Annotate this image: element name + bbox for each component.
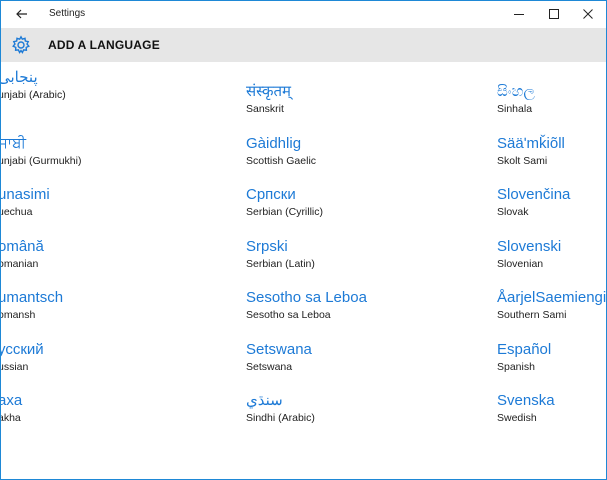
language-english-name: Slovak	[497, 206, 529, 218]
language-item[interactable]: Sääʹmǩiõll Skolt Sami	[497, 135, 565, 168]
language-native-name: omână	[1, 238, 44, 255]
language-english-name: omanian	[1, 258, 39, 270]
language-native-name: ﭘﻨﺠﺎﺑﯽ	[1, 69, 38, 86]
page-header: ADD A LANGUAGE	[1, 28, 606, 62]
language-english-name: Serbian (Cyrillic)	[246, 206, 324, 218]
window-title: Settings	[49, 8, 86, 19]
maximize-icon	[549, 9, 559, 19]
language-item[interactable]: Sesotho sa Leboa Sesotho sa Leboa	[246, 289, 367, 322]
language-item[interactable]: संस्कृतम् Sanskrit	[246, 83, 291, 116]
language-item[interactable]: ÅarjelSaemiengiele Southern Sami	[497, 289, 606, 322]
language-item[interactable]: Српски Serbian (Cyrillic)	[246, 186, 323, 219]
language-english-name: Southern Sami	[497, 309, 567, 321]
language-native-name: Sääʹmǩiõll	[497, 135, 565, 152]
settings-window: Settings ADD A LANGUAGE ﭘﻨﺠﺎﺑﯽ unjabi (A…	[0, 0, 607, 480]
language-english-name: Sanskrit	[246, 103, 284, 115]
title-bar: Settings	[1, 1, 606, 28]
language-english-name: ussian	[1, 361, 29, 373]
language-grid: ﭘﻨﺠﺎﺑﯽ unjabi (Arabic) ਜਾਬੀ unjabi (Gurm…	[1, 62, 606, 479]
language-native-name: axa	[1, 392, 23, 409]
language-native-name: Sesotho sa Leboa	[246, 289, 367, 306]
language-native-name: unasimi	[1, 186, 50, 203]
language-native-name: Español	[497, 341, 552, 358]
close-button[interactable]	[576, 4, 600, 24]
language-english-name: Sindhi (Arabic)	[246, 412, 315, 424]
language-item[interactable]: umantsch omansh	[1, 289, 63, 322]
language-native-name: سنڌي	[246, 392, 283, 409]
language-english-name: Serbian (Latin)	[246, 258, 315, 270]
language-native-name: umantsch	[1, 289, 64, 306]
minimize-button[interactable]	[507, 4, 531, 24]
back-arrow-icon	[16, 9, 27, 19]
language-native-name: Српски	[246, 186, 296, 203]
language-item[interactable]: Gàidhlig Scottish Gaelic	[246, 135, 316, 168]
language-english-name: unjabi (Gurmukhi)	[1, 155, 82, 167]
language-native-name: усский	[1, 341, 44, 358]
language-native-name: संस्कृतम्	[246, 83, 292, 100]
language-english-name: akha	[1, 412, 21, 424]
language-english-name: Sesotho sa Leboa	[246, 309, 331, 321]
language-english-name: Swedish	[497, 412, 537, 424]
close-icon	[583, 9, 593, 19]
language-english-name: Spanish	[497, 361, 535, 373]
language-item[interactable]: unasimi uechua	[1, 186, 50, 219]
language-item[interactable]: omână omanian	[1, 238, 44, 271]
language-native-name: Setswana	[246, 341, 312, 358]
language-item[interactable]: axa akha	[1, 392, 22, 425]
language-item[interactable]: Slovenski Slovenian	[497, 238, 561, 271]
language-english-name: Setswana	[246, 361, 293, 373]
language-english-name: Sinhala	[497, 103, 533, 115]
language-item[interactable]: Setswana Setswana	[246, 341, 312, 374]
language-item[interactable]: ﭘﻨﺠﺎﺑﯽ unjabi (Arabic)	[1, 69, 66, 102]
language-native-name: Srpski	[246, 238, 288, 255]
language-item[interactable]: ਜਾਬੀ unjabi (Gurmukhi)	[1, 135, 81, 168]
language-english-name: uechua	[1, 206, 33, 218]
gear-icon	[12, 35, 30, 54]
language-native-name: Svenska	[497, 392, 555, 409]
language-native-name: Gàidhlig	[246, 135, 302, 152]
language-native-name: සිංහල	[497, 83, 535, 100]
language-item[interactable]: Svenska Swedish	[497, 392, 555, 425]
language-item[interactable]: සිංහල Sinhala	[497, 83, 535, 116]
language-item[interactable]: Slovenčina Slovak	[497, 186, 570, 219]
language-item[interactable]: усский ussian	[1, 341, 44, 374]
language-english-name: Slovenian	[497, 258, 544, 270]
language-english-name: omansh	[1, 309, 36, 321]
back-button[interactable]	[11, 5, 33, 23]
language-item[interactable]: Srpski Serbian (Latin)	[246, 238, 315, 271]
language-english-name: unjabi (Arabic)	[1, 89, 66, 101]
language-native-name: Slovenski	[497, 238, 562, 255]
minimize-icon	[514, 14, 524, 15]
language-item[interactable]: سنڌي Sindhi (Arabic)	[246, 392, 315, 425]
language-item[interactable]: Español Spanish	[497, 341, 551, 374]
maximize-button[interactable]	[542, 4, 566, 24]
language-english-name: Scottish Gaelic	[246, 155, 317, 167]
page-title: ADD A LANGUAGE	[48, 38, 160, 52]
language-native-name: Slovenčina	[497, 186, 571, 203]
language-native-name: ਜਾਬੀ	[1, 135, 26, 152]
language-native-name: ÅarjelSaemiengiele	[497, 289, 606, 306]
language-english-name: Skolt Sami	[497, 155, 548, 167]
